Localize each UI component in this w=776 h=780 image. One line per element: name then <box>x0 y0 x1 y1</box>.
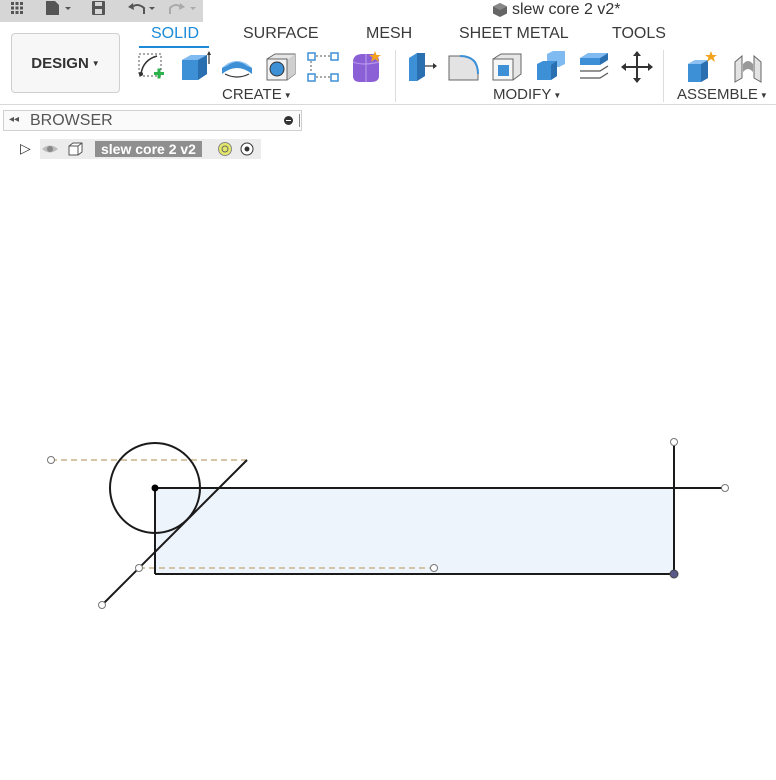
move-icon[interactable] <box>619 50 655 84</box>
joint-icon[interactable] <box>730 50 766 84</box>
tab-sheet-metal[interactable]: SHEET METAL <box>459 25 569 43</box>
component-icon <box>68 142 83 156</box>
create-form-icon[interactable] <box>348 50 384 84</box>
shell-icon[interactable] <box>489 50 525 84</box>
group-separator <box>395 50 396 102</box>
workspace-switcher[interactable]: DESIGN ▼ <box>11 33 120 93</box>
toolbar-ribbon: DESIGN ▼ SOLID SURFACE MESH SHEET METAL … <box>0 22 776 105</box>
caret-down-icon: ▼ <box>91 58 100 68</box>
document-title-text: slew core 2 v2* <box>512 1 621 18</box>
radio-target-icon[interactable] <box>239 141 255 157</box>
tab-solid[interactable]: SOLID <box>151 25 199 43</box>
browser-title: BROWSER <box>30 112 113 129</box>
component-cube-icon <box>493 3 507 17</box>
active-tab-indicator <box>139 46 209 48</box>
sketch-corner-point[interactable] <box>669 569 679 579</box>
file-icon[interactable] <box>44 0 74 18</box>
create-menu-label: CREATE <box>222 86 282 103</box>
modify-menu[interactable]: MODIFY ▼ <box>493 86 561 103</box>
sketch-endpoint[interactable] <box>721 484 729 492</box>
modify-menu-label: MODIFY <box>493 86 552 103</box>
sketch-center-point[interactable] <box>151 484 159 492</box>
assemble-menu-label: ASSEMBLE <box>677 86 758 103</box>
apps-grid-icon[interactable] <box>8 0 26 18</box>
sketch-endpoint[interactable] <box>430 564 438 572</box>
collapse-panel-icon[interactable]: ◂◂ <box>9 114 19 125</box>
sketch-endpoint[interactable] <box>135 564 143 572</box>
press-pull-icon[interactable] <box>403 50 439 84</box>
pattern-icon[interactable] <box>305 50 341 84</box>
quick-access-toolbar <box>0 0 203 23</box>
sketch-canvas[interactable] <box>0 160 776 780</box>
new-component-icon[interactable] <box>684 50 720 84</box>
root-component-name[interactable]: slew core 2 v2 <box>95 141 202 157</box>
redo-icon[interactable] <box>168 0 198 18</box>
caret-down-icon: ▼ <box>283 90 292 100</box>
create-menu[interactable]: CREATE ▼ <box>222 86 292 103</box>
save-icon[interactable] <box>90 0 108 18</box>
sketch-endpoint[interactable] <box>670 438 678 446</box>
minimize-icon[interactable] <box>284 116 293 125</box>
sketch-endpoint[interactable] <box>47 456 55 464</box>
document-title: slew core 2 v2* <box>492 0 621 20</box>
browser-header: ◂◂ BROWSER <box>3 110 302 131</box>
assemble-menu[interactable]: ASSEMBLE ▼ <box>677 86 768 103</box>
sketch-endpoint[interactable] <box>98 601 106 609</box>
pin-icon[interactable] <box>299 114 300 127</box>
sketch-profile-region[interactable] <box>155 488 674 574</box>
group-separator <box>663 50 664 102</box>
hole-icon[interactable] <box>263 50 299 84</box>
tab-surface[interactable]: SURFACE <box>243 25 319 43</box>
create-sketch-icon[interactable] <box>135 50 171 84</box>
revolve-icon[interactable] <box>219 50 255 84</box>
activate-component-icon[interactable] <box>217 141 233 157</box>
offset-face-icon[interactable] <box>576 50 612 84</box>
undo-icon[interactable] <box>126 0 158 18</box>
caret-down-icon: ▼ <box>759 90 768 100</box>
extrude-icon[interactable] <box>177 50 213 84</box>
workspace-label: DESIGN <box>31 54 89 72</box>
browser-tree-root[interactable]: ▷ slew core 2 v2 <box>18 139 261 159</box>
expand-arrow-icon[interactable]: ▷ <box>20 140 31 157</box>
tab-tools[interactable]: TOOLS <box>612 25 666 43</box>
visibility-eye-icon[interactable] <box>41 141 59 157</box>
fillet-icon[interactable] <box>446 50 482 84</box>
tab-mesh[interactable]: MESH <box>366 25 412 43</box>
caret-down-icon: ▼ <box>553 90 562 100</box>
combine-icon[interactable] <box>533 50 569 84</box>
